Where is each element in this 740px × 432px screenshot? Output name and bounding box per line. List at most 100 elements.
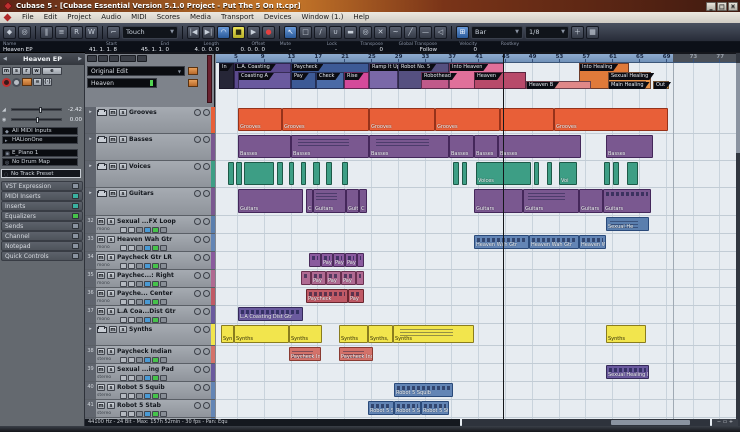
inserts-state-icon[interactable]: [144, 357, 151, 363]
arranger-part[interactable]: Heaven: [474, 72, 526, 89]
track-record-icon[interactable]: [194, 348, 201, 355]
inspector-section-notepad[interactable]: Notepad: [1, 241, 83, 251]
constrain-delay-icon[interactable]: ‖: [40, 26, 53, 39]
read-mini-icon[interactable]: [120, 263, 127, 269]
clip[interactable]: Pay: [311, 271, 326, 285]
edit-mini-icon[interactable]: [136, 317, 143, 323]
clip[interactable]: Grooves: [238, 108, 282, 131]
inspector-section-inserts[interactable]: Inserts: [1, 201, 83, 211]
clip[interactable]: [627, 162, 638, 185]
sends-state-icon[interactable]: [160, 375, 167, 381]
track-solo-button[interactable]: s: [107, 290, 115, 297]
sends-state-icon[interactable]: [160, 317, 167, 323]
track-voices[interactable]: ▸msVoices: [85, 161, 215, 188]
track-solo-button[interactable]: s: [107, 384, 115, 391]
audition-tool-icon[interactable]: ◁: [434, 26, 447, 39]
info-name[interactable]: NameHeaven EP: [0, 42, 62, 53]
inspector-section-midi-inserts[interactable]: MIDI Inserts: [1, 191, 83, 201]
line-tool-icon[interactable]: —: [419, 26, 432, 39]
clip[interactable]: Grooves: [554, 108, 668, 131]
read-mini-icon[interactable]: [120, 227, 127, 233]
arranger-part[interactable]: Out: [653, 81, 669, 89]
clip[interactable]: C: [306, 189, 313, 213]
inspector-section-vst-expression[interactable]: VST Expression: [1, 181, 83, 191]
activate-project-button[interactable]: ◆: [3, 26, 16, 39]
clip[interactable]: Synths: [606, 325, 646, 343]
clip[interactable]: Grooves: [282, 108, 369, 131]
mute-button[interactable]: m: [2, 67, 11, 75]
clip[interactable]: Synths: [289, 325, 322, 343]
clip[interactable]: Basses: [238, 135, 291, 158]
track-monitor-icon[interactable]: [203, 236, 210, 243]
zoom-tool-icon[interactable]: ◎: [359, 26, 372, 39]
clip[interactable]: [453, 162, 459, 185]
inspector-section-quick-controls[interactable]: Quick Controls: [1, 251, 83, 261]
prev-track-icon[interactable]: ◀: [3, 53, 7, 65]
edit-channel-button[interactable]: e: [42, 67, 62, 75]
arranger-part[interactable]: Coasting A: [238, 72, 291, 89]
clip[interactable]: L.A Coasting Dist Gtr: [238, 307, 303, 321]
inserts-state-icon[interactable]: [144, 317, 151, 323]
menu-transport[interactable]: Transport: [216, 13, 259, 21]
read-mini-icon[interactable]: [120, 411, 127, 417]
arranger-chain-select[interactable]: Original Edit▼: [87, 66, 185, 76]
arranger-current-item[interactable]: Heaven: [87, 78, 157, 88]
crosshair-button[interactable]: ＋: [571, 26, 584, 39]
clip[interactable]: [244, 162, 274, 185]
menu-edit[interactable]: Edit: [39, 13, 63, 21]
menu-scores[interactable]: Scores: [152, 13, 185, 21]
eq-state-icon[interactable]: [152, 375, 159, 381]
clip[interactable]: Paycheck Ind: [339, 347, 373, 361]
track-synths[interactable]: ▸msSynths: [85, 324, 215, 346]
clip[interactable]: Guitars: [238, 189, 303, 213]
eq-state-icon[interactable]: [152, 263, 159, 269]
clip[interactable]: Heaven W: [579, 235, 606, 249]
eq-state-icon[interactable]: [152, 281, 159, 287]
track-record-icon[interactable]: [194, 254, 201, 261]
clip[interactable]: [534, 162, 539, 185]
clip[interactable]: [326, 162, 332, 185]
nudge-left-icon[interactable]: |◀: [187, 26, 200, 39]
track-grooves[interactable]: ▸msGrooves: [85, 107, 215, 134]
track-sexual-fx-loop[interactable]: 32msSexual ...FX Loopmono: [85, 216, 215, 234]
read-button[interactable]: r: [22, 67, 31, 75]
clip[interactable]: Guitars: [579, 189, 603, 213]
track-record-icon[interactable]: [194, 236, 201, 243]
titlebar[interactable]: Cubase 5 - [Cubase Essential Version 5.1…: [0, 0, 740, 12]
write-mini-icon[interactable]: [128, 299, 135, 305]
track-paycheck-gtr-lr[interactable]: 34msPaycheck Gtr LRmono: [85, 252, 215, 270]
track-solo-button[interactable]: s: [119, 163, 127, 170]
maximize-button[interactable]: □: [717, 2, 727, 11]
edit-mini-icon[interactable]: [136, 375, 143, 381]
nudge-right-icon[interactable]: ▶|: [202, 26, 215, 39]
edit-mini-icon[interactable]: [136, 393, 143, 399]
clip[interactable]: Basses: [449, 135, 474, 158]
sends-state-icon[interactable]: [160, 393, 167, 399]
arranger-mode-button[interactable]: [120, 55, 136, 62]
arranger-part[interactable]: Robothead: [421, 72, 449, 89]
automation-mode-select[interactable]: Touch▼: [122, 26, 178, 39]
track-monitor-icon[interactable]: [203, 272, 210, 279]
track-mute-button[interactable]: m: [97, 236, 105, 243]
split-tool-icon[interactable]: ∕: [314, 26, 327, 39]
track-record-icon[interactable]: [194, 190, 201, 197]
menu-window-1-[interactable]: Window (1.): [296, 13, 348, 21]
clip[interactable]: Basses: [474, 135, 498, 158]
inspector-track-title[interactable]: ◀ Heaven EP ▶: [0, 53, 85, 65]
track-heaven-wah-gtr[interactable]: 33msHeaven Wah Gtrmono: [85, 234, 215, 252]
track-robot-5-stab[interactable]: 41msRobot 5 Stabstereo: [85, 400, 215, 418]
inspector-section-sends[interactable]: Sends: [1, 221, 83, 231]
clip[interactable]: Synths: [393, 325, 474, 343]
folder-expand-icon[interactable]: ▸: [85, 324, 96, 345]
track-robot-5-squib[interactable]: 40msRobot 5 Squibstereo: [85, 382, 215, 400]
arranger-part[interactable]: Heaven B: [526, 81, 591, 89]
autopunch-icon[interactable]: ⌐: [107, 26, 120, 39]
track-record-icon[interactable]: [194, 384, 201, 391]
track-basses[interactable]: ▸msBasses: [85, 134, 215, 161]
write-mini-icon[interactable]: [128, 227, 135, 233]
automation-read-icon[interactable]: R: [70, 26, 83, 39]
track-mute-button[interactable]: m: [97, 384, 105, 391]
inserts-state-icon[interactable]: [144, 263, 151, 269]
read-mini-icon[interactable]: [120, 245, 127, 251]
menu-midi[interactable]: MIDI: [126, 13, 152, 21]
